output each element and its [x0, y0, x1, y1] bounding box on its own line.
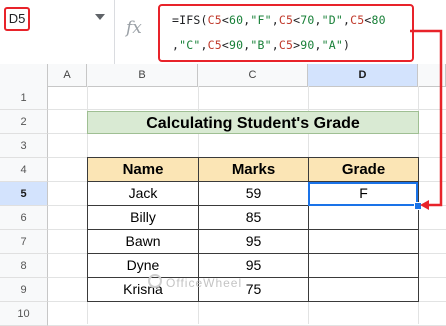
table-cell[interactable] [308, 277, 419, 302]
formula-line-2: ,"C",C5<90,"B",C5>90,"A") [172, 38, 350, 52]
formula-token: =IFS( [172, 13, 208, 27]
formula-token: , [314, 38, 322, 52]
watermark: OfficeWheel [166, 276, 243, 290]
formula-bar-divider [114, 0, 115, 64]
formula-token: 90 [229, 38, 244, 52]
table-cell[interactable]: Bawn [87, 229, 199, 254]
formula-token: "D" [321, 13, 343, 27]
table-cell[interactable]: 95 [198, 229, 309, 254]
formula-token: "C" [179, 38, 201, 52]
fill-handle[interactable] [414, 202, 422, 210]
table-header-marks[interactable]: Marks [198, 157, 309, 182]
table-cell[interactable]: Dyne [87, 253, 199, 278]
title-cell[interactable]: Calculating Student's Grade [87, 111, 419, 134]
formula-token: 60 [229, 13, 244, 27]
column-header-partial[interactable] [418, 64, 446, 86]
table-cell[interactable] [308, 229, 419, 254]
row-header-6[interactable]: 6 [0, 206, 48, 230]
formula-token: "B" [250, 38, 272, 52]
formula-token: , [271, 38, 279, 52]
column-header-d[interactable]: D [308, 64, 418, 86]
formula-token: C5 [350, 13, 365, 27]
select-all-corner[interactable] [0, 64, 48, 86]
formula-bar: D5 fx =IFS(C5<60,"F",C5<70,"D",C5<80 ,"C… [0, 0, 446, 65]
column-header-a[interactable]: A [48, 64, 87, 86]
formula-token: "F" [250, 13, 272, 27]
formula-token: < [221, 38, 229, 52]
spreadsheet-window: D5 fx =IFS(C5<60,"F",C5<70,"D",C5<80 ,"C… [0, 0, 446, 326]
fx-icon: fx [126, 18, 142, 38]
table-cell[interactable]: 59 [198, 181, 309, 206]
row-header-5[interactable]: 5 [0, 182, 48, 206]
formula-token: , [314, 13, 322, 27]
row-header-9[interactable]: 9 [0, 278, 48, 302]
table-header-name[interactable]: Name [87, 157, 199, 182]
row-header-1[interactable]: 1 [0, 86, 48, 110]
row-header-2[interactable]: 2 [0, 110, 48, 134]
row-header-7[interactable]: 7 [0, 230, 48, 254]
column-headers: ABCD [0, 64, 446, 87]
formula-input[interactable]: =IFS(C5<60,"F",C5<70,"D",C5<80 ,"C",C5<9… [158, 4, 414, 62]
name-box[interactable]: D5 [4, 7, 30, 31]
table-cell[interactable]: 95 [198, 253, 309, 278]
formula-token: "A" [321, 38, 343, 52]
formula-token: C5 [207, 13, 222, 27]
formula-line-1: =IFS(C5<60,"F",C5<70,"D",C5<80 [172, 13, 386, 27]
column-header-b[interactable]: B [87, 64, 198, 86]
table-cell[interactable] [308, 205, 419, 230]
gridline-horizontal [48, 109, 446, 110]
row-header-4[interactable]: 4 [0, 158, 48, 182]
formula-token: 90 [300, 38, 315, 52]
table-header-grade[interactable]: Grade [308, 157, 419, 182]
table-cell[interactable]: 85 [198, 205, 309, 230]
column-header-c[interactable]: C [198, 64, 308, 86]
table-cell[interactable] [308, 253, 419, 278]
formula-token: < [221, 13, 229, 27]
formula-token: C5 [278, 38, 294, 52]
formula-token: 80 [371, 13, 386, 27]
formula-token: C5 [207, 38, 222, 52]
table-cell[interactable]: Jack [87, 181, 199, 206]
row-header-8[interactable]: 8 [0, 254, 48, 278]
row-header-10[interactable]: 10 [0, 302, 48, 326]
formula-token: , [271, 13, 279, 27]
table-cell[interactable]: Billy [87, 205, 199, 230]
row-header-3[interactable]: 3 [0, 134, 48, 158]
chevron-down-icon[interactable] [95, 14, 105, 20]
formula-token: ) [343, 38, 351, 52]
formula-token: 70 [300, 13, 315, 27]
formula-token: , [200, 38, 208, 52]
formula-token: < [364, 13, 372, 27]
formula-token: C5 [278, 13, 294, 27]
watermark-logo-icon [148, 274, 162, 288]
active-cell-selection[interactable] [308, 182, 418, 206]
